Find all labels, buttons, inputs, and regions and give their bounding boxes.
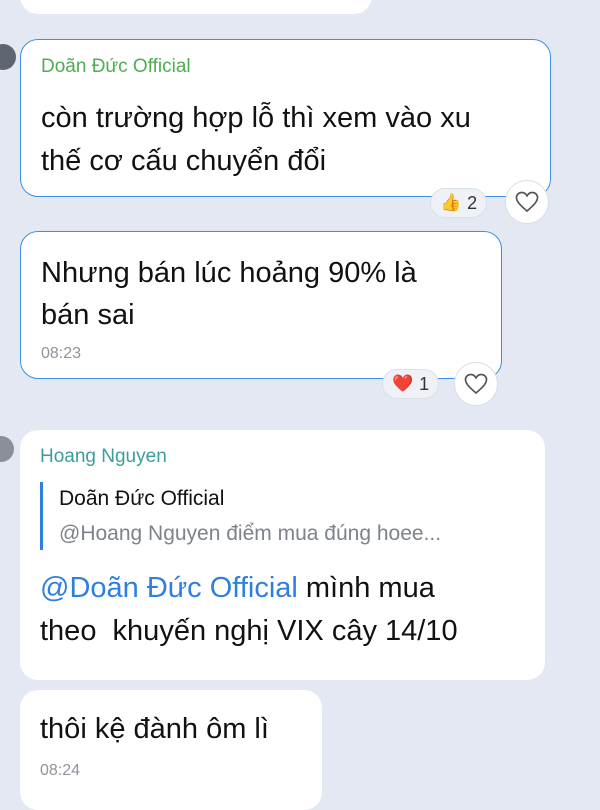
quote-author: Doãn Đức Official	[59, 487, 225, 510]
message-bubble[interactable]: Hoang Nguyen Doãn Đức Official @Hoang Ng…	[20, 430, 545, 680]
quote-text: @Hoang Nguyen điểm mua đúng hoee...	[59, 522, 442, 545]
sender-name[interactable]: Hoang Nguyen	[40, 446, 167, 468]
reaction-pill[interactable]: 👍 2	[430, 188, 488, 218]
message-bubble[interactable]: thôi kệ đành ôm lì 08:24	[20, 690, 322, 810]
message-text-line: thôi kệ đành ôm lì	[40, 713, 269, 745]
message-text: mình mua	[297, 572, 435, 604]
message-bubble[interactable]: Doãn Đức Official còn trường hợp lỗ thì …	[20, 39, 551, 197]
quoted-message[interactable]: Doãn Đức Official @Hoang Nguyen điểm mua…	[40, 482, 441, 550]
message-text-line: @Doãn Đức Official mình mua	[40, 567, 435, 610]
thumbs-up-icon: 👍	[440, 193, 462, 212]
reaction-pill[interactable]: ❤️ 1	[382, 369, 440, 399]
message-bubble[interactable]: Nhưng bán lúc hoảng 90% là bán sai 08:23	[20, 231, 502, 379]
react-heart-button[interactable]	[505, 180, 549, 224]
previous-message-bubble[interactable]	[20, 0, 372, 14]
message-text-line: bán sai	[41, 299, 135, 331]
mention-link[interactable]: @Doãn Đức Official	[40, 572, 298, 604]
reaction-count: 1	[419, 373, 430, 394]
heart-emoji-icon: ❤️	[392, 374, 414, 393]
message-timestamp: 08:23	[41, 345, 82, 362]
message-timestamp: 08:24	[40, 762, 81, 779]
avatar[interactable]	[0, 44, 16, 70]
reaction-count: 2	[467, 192, 478, 213]
heart-outline-icon	[515, 191, 539, 213]
react-heart-button[interactable]	[454, 362, 498, 406]
message-text-line: Nhưng bán lúc hoảng 90% là	[41, 257, 417, 289]
heart-outline-icon	[464, 373, 488, 395]
message-text-line: còn trường hợp lỗ thì xem vào xu	[41, 102, 471, 134]
avatar[interactable]	[0, 436, 14, 462]
message-text-line: thế cơ cấu chuyển đổi	[41, 145, 327, 177]
sender-name[interactable]: Doãn Đức Official	[41, 56, 191, 78]
message-text-line: theo khuyến nghị VIX cây 14/10	[40, 615, 458, 647]
